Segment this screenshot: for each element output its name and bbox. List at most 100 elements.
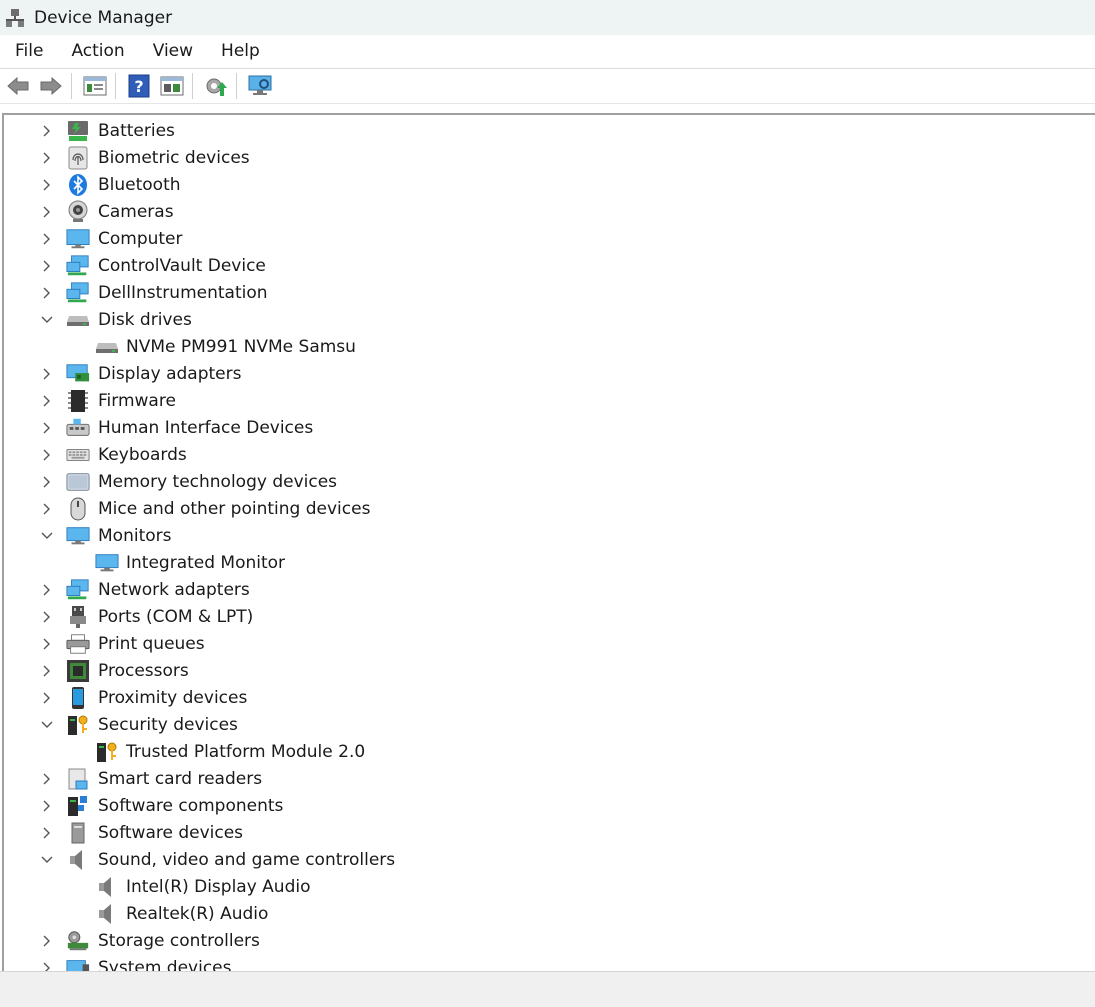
toolbar-separator: [71, 73, 72, 99]
status-bar: [0, 971, 1095, 1007]
speaker-icon: [95, 875, 119, 899]
tree-item-sound[interactable]: Sound, video and game controllers: [4, 846, 1095, 873]
tree-item-label: Print queues: [98, 633, 205, 654]
chevron-down-icon[interactable]: [40, 718, 54, 732]
tree-item-label: Realtek(R) Audio: [126, 903, 269, 924]
properties-button[interactable]: [80, 72, 110, 100]
tree-item-smart-card[interactable]: Smart card readers: [4, 765, 1095, 792]
tree-item-processors[interactable]: Processors: [4, 657, 1095, 684]
monitor-icon: [66, 524, 90, 548]
tree-child-intel-audio[interactable]: Intel(R) Display Audio: [4, 873, 1095, 900]
tree-item-proximity[interactable]: Proximity devices: [4, 684, 1095, 711]
chevron-right-icon[interactable]: [40, 367, 54, 381]
tree-item-controlvault[interactable]: ControlVault Device: [4, 252, 1095, 279]
chevron-right-icon[interactable]: [40, 799, 54, 813]
help-button[interactable]: ?: [124, 72, 154, 100]
tree-item-print-queues[interactable]: Print queues: [4, 630, 1095, 657]
tree-item-batteries[interactable]: Batteries: [4, 117, 1095, 144]
tree-item-system[interactable]: System devices: [4, 954, 1095, 971]
chevron-right-icon[interactable]: [40, 961, 54, 971]
chevron-right-icon[interactable]: [40, 178, 54, 192]
chevron-down-icon[interactable]: [40, 853, 54, 867]
tree-item-hid[interactable]: Human Interface Devices: [4, 414, 1095, 441]
tree-item-monitors[interactable]: Monitors: [4, 522, 1095, 549]
memory-card-icon: [66, 470, 90, 494]
tree-item-cameras[interactable]: Cameras: [4, 198, 1095, 225]
chevron-right-icon[interactable]: [40, 286, 54, 300]
tree-item-memory[interactable]: Memory technology devices: [4, 468, 1095, 495]
svg-text:?: ?: [134, 77, 143, 96]
chevron-right-icon[interactable]: [40, 151, 54, 165]
networked-computer-icon: [66, 281, 90, 305]
tree-item-storage[interactable]: Storage controllers: [4, 927, 1095, 954]
menu-help[interactable]: Help: [206, 35, 273, 68]
chevron-right-icon[interactable]: [40, 502, 54, 516]
tree-child-realtek-audio[interactable]: Realtek(R) Audio: [4, 900, 1095, 927]
chevron-right-icon[interactable]: [40, 772, 54, 786]
chevron-right-icon[interactable]: [40, 583, 54, 597]
computer-monitor-icon: [66, 227, 90, 251]
tree-item-software-devices[interactable]: Software devices: [4, 819, 1095, 846]
tree-item-computer[interactable]: Computer: [4, 225, 1095, 252]
update-driver-button[interactable]: [201, 72, 231, 100]
tree-item-biometric[interactable]: Biometric devices: [4, 144, 1095, 171]
chevron-right-icon[interactable]: [40, 124, 54, 138]
webcam-icon: [66, 200, 90, 224]
chevron-right-icon[interactable]: [40, 934, 54, 948]
speaker-icon: [95, 902, 119, 926]
toolbar-separator: [236, 73, 237, 99]
menu-view[interactable]: View: [138, 35, 206, 68]
chevron-right-icon[interactable]: [40, 637, 54, 651]
tree-item-display-adapters[interactable]: Display adapters: [4, 360, 1095, 387]
bluetooth-icon: [66, 173, 90, 197]
chevron-right-icon[interactable]: [40, 448, 54, 462]
tree-item-label: System devices: [98, 957, 232, 972]
security-key-icon: [95, 740, 119, 764]
chevron-down-icon[interactable]: [40, 313, 54, 327]
chevron-right-icon[interactable]: [40, 826, 54, 840]
chevron-right-icon[interactable]: [40, 475, 54, 489]
chevron-right-icon[interactable]: [40, 232, 54, 246]
device-tree[interactable]: Batteries Biometric devices Bluetooth Ca…: [2, 113, 1095, 971]
tree-item-label: Biometric devices: [98, 147, 250, 168]
tree-item-label: Software devices: [98, 822, 244, 843]
tree-item-label: Keyboards: [98, 444, 187, 465]
tree-item-firmware[interactable]: Firmware: [4, 387, 1095, 414]
tree-child-nvme-drive[interactable]: NVMe PM991 NVMe Samsu: [4, 333, 1095, 360]
chevron-down-icon[interactable]: [40, 529, 54, 543]
back-button[interactable]: [3, 72, 33, 100]
tree-item-mice[interactable]: Mice and other pointing devices: [4, 495, 1095, 522]
tree-item-disk-drives[interactable]: Disk drives: [4, 306, 1095, 333]
chevron-right-icon[interactable]: [40, 205, 54, 219]
show-hidden-button[interactable]: [157, 72, 187, 100]
storage-controller-icon: [66, 929, 90, 953]
tree-item-ports[interactable]: Ports (COM & LPT): [4, 603, 1095, 630]
tree-item-label: Monitors: [98, 525, 172, 546]
menu-action[interactable]: Action: [56, 35, 137, 68]
chip-icon: [66, 389, 90, 413]
tree-item-label: Memory technology devices: [98, 471, 338, 492]
menu-file[interactable]: File: [0, 35, 56, 68]
tree-item-label: ControlVault Device: [98, 255, 266, 276]
scan-hardware-button[interactable]: [245, 72, 275, 100]
monitor-icon: [95, 551, 119, 575]
tree-item-label: Storage controllers: [98, 930, 260, 951]
chevron-right-icon[interactable]: [40, 691, 54, 705]
forward-button[interactable]: [36, 72, 66, 100]
tree-item-software-components[interactable]: Software components: [4, 792, 1095, 819]
tree-item-bluetooth[interactable]: Bluetooth: [4, 171, 1095, 198]
tree-item-dellinstrumentation[interactable]: DellInstrumentation: [4, 279, 1095, 306]
tree-child-integrated-monitor[interactable]: Integrated Monitor: [4, 549, 1095, 576]
chevron-right-icon[interactable]: [40, 394, 54, 408]
chevron-right-icon[interactable]: [40, 259, 54, 273]
tree-child-tpm[interactable]: Trusted Platform Module 2.0: [4, 738, 1095, 765]
chevron-right-icon[interactable]: [40, 610, 54, 624]
update-driver-icon: [206, 78, 227, 96]
tree-item-network[interactable]: Network adapters: [4, 576, 1095, 603]
tree-item-keyboards[interactable]: Keyboards: [4, 441, 1095, 468]
mouse-icon: [66, 497, 90, 521]
chevron-right-icon[interactable]: [40, 664, 54, 678]
fingerprint-icon: [66, 146, 90, 170]
chevron-right-icon[interactable]: [40, 421, 54, 435]
tree-item-security[interactable]: Security devices: [4, 711, 1095, 738]
